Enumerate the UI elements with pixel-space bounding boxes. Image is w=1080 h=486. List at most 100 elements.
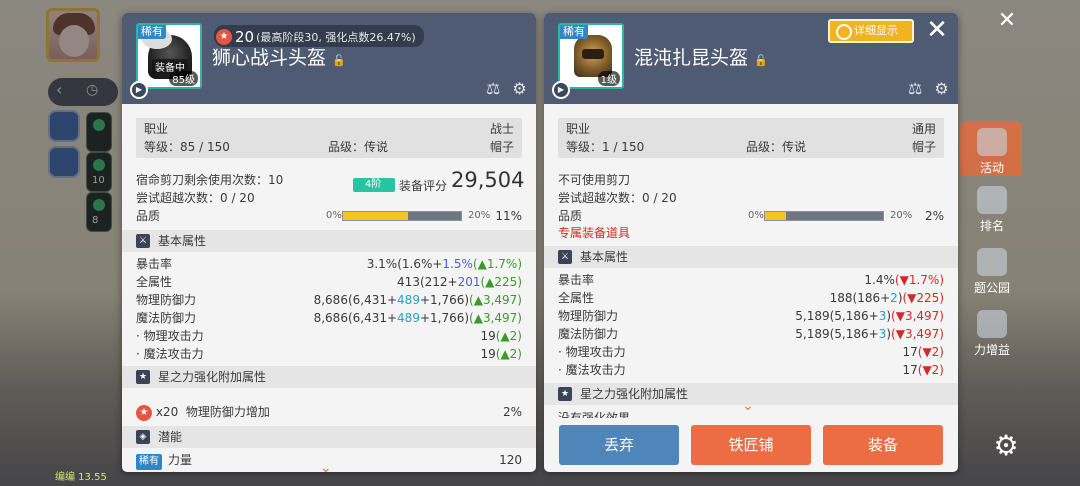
star-force-title: 星之力强化附加属性	[158, 370, 267, 384]
stat-value: 5,189(5,186+3)(▼3,497)	[795, 308, 944, 324]
stat-name: · 魔法攻击力	[136, 347, 204, 361]
scroll-down-icon[interactable]: ⌄	[320, 460, 332, 472]
item-name-text: 狮心战斗头盔	[212, 47, 327, 69]
scissors-text: 不可使用剪刀	[558, 173, 631, 187]
star-square-icon: ★	[136, 370, 150, 384]
stat-base: 8,686(6,431+	[313, 311, 398, 325]
quality-min: 0%	[748, 210, 764, 221]
stat-base: 17	[902, 345, 918, 359]
stat-add: 489	[397, 293, 420, 307]
stat-value: 5,189(5,186+3)(▼3,497)	[795, 326, 944, 342]
overcome-text: 尝试超越次数：0 / 20	[136, 191, 255, 205]
item-name-text: 混沌扎昆头盔	[634, 47, 749, 69]
menu-ranking[interactable]: 排名	[962, 186, 1022, 234]
stat-base: 5,189(5,186+	[795, 327, 879, 341]
menu-activity[interactable]: 活动	[962, 128, 1022, 176]
play-icon[interactable]: ▶	[552, 81, 570, 99]
stat-base: 17	[902, 363, 918, 377]
basic-section-header: ⚔ 基本属性	[122, 230, 536, 252]
item-header: 稀有 1级 ▶ 混沌扎昆头盔 🔓 详细显示 ✕ ⚖ ⚙	[544, 13, 958, 104]
item-thumbnail[interactable]: 稀有 1级	[558, 23, 624, 89]
potential-row: 稀有力量	[136, 470, 192, 472]
settings-cog-icon[interactable]: ⚙	[512, 79, 526, 98]
quality-bar-fill	[343, 212, 408, 220]
close-icon[interactable]: ✕	[922, 15, 952, 45]
item-body: 职业 通用 等级：1 / 150 品级：传说 帽子 不可使用剪刀 尝试超越次数：…	[544, 104, 958, 472]
potential-stat: 力量	[168, 453, 193, 467]
stat-diff: (▲3,497)	[469, 293, 522, 307]
play-icon[interactable]: ▶	[130, 81, 148, 99]
grade-text: 品级：传说	[328, 140, 389, 154]
item-thumbnail[interactable]: 稀有 装备中 85级	[136, 23, 202, 89]
close-icon[interactable]: ✕	[994, 8, 1020, 34]
level-tag: 1级	[597, 71, 620, 86]
stat-name: 魔法防御力	[558, 327, 619, 341]
stat-diff: (▲1.7%)	[472, 257, 522, 271]
detail-button[interactable]: 详细显示	[828, 19, 914, 43]
stat-add: 1.5%	[442, 257, 473, 271]
quality-value: 2%	[924, 209, 944, 223]
item-name: 混沌扎昆头盔 🔓	[634, 43, 768, 70]
stat-value: 19(▲2)	[480, 328, 522, 344]
stat-diff: (▼3,497)	[891, 309, 944, 323]
bottom-left-label: 编编 13.55	[55, 472, 107, 483]
stat-value: 1.4%(▼1.7%)	[864, 272, 944, 288]
exclusive-text: 专属装备道具	[558, 226, 631, 240]
menu-boost[interactable]: 力增益	[962, 310, 1022, 358]
stat-value: 188(186+2)(▼225)	[830, 290, 944, 306]
settings-gear-icon[interactable]: ⚙	[990, 430, 1022, 462]
stat-add: 2	[890, 291, 898, 305]
carousel-icon	[977, 248, 1007, 276]
scroll-down-icon[interactable]: ⌄	[742, 398, 754, 414]
level-text: 等级：85 / 150	[144, 140, 230, 154]
star-icon: ★	[136, 404, 152, 421]
stat-value: 8,686(6,431+489+1,766)(▲3,497)	[314, 292, 522, 308]
star-force-stat: 物理防御力增加	[185, 405, 270, 419]
stat-diff: (▲2)	[495, 329, 522, 343]
job-label: 职业	[144, 122, 169, 136]
rarity-badge: 稀有	[138, 25, 166, 39]
stat-diff: (▼3,497)	[891, 327, 944, 341]
stat-base: 19	[480, 347, 496, 361]
equip-button[interactable]: 装备	[823, 425, 943, 465]
basic-title: 基本属性	[158, 234, 207, 248]
settings-cog-icon[interactable]: ⚙	[934, 79, 948, 98]
stat-add: 489	[397, 311, 420, 325]
star-square-icon: ★	[558, 387, 572, 401]
type-value: 帽子	[489, 140, 514, 154]
compare-scale-icon[interactable]: ⚖	[486, 79, 500, 98]
potential-row: 稀有力量	[136, 452, 193, 470]
scissors-text: 宿命剪刀剩余使用次数：10	[136, 173, 284, 187]
stat-base: 8,686(6,431+	[313, 293, 398, 307]
compare-scale-icon[interactable]: ⚖	[908, 79, 922, 98]
stat-diff: (▼2)	[917, 363, 944, 377]
stat-value: 17(▼2)	[902, 344, 944, 360]
stat-base: 1.4%	[864, 273, 895, 287]
blacksmith-button[interactable]: 铁匠铺	[691, 425, 811, 465]
stat-diff: (▼2)	[917, 345, 944, 359]
potential-title: 潜能	[158, 430, 183, 444]
potential-icon: ◈	[136, 430, 150, 444]
sword-icon: ⚔	[136, 234, 150, 248]
potential-value: 120	[499, 453, 522, 467]
level-tag: 85级	[169, 71, 198, 86]
menu-park[interactable]: 题公园	[962, 248, 1022, 296]
lock-icon[interactable]: 🔓	[332, 54, 346, 67]
stat-base: 3.1%(1.6%+	[366, 257, 443, 271]
quality-bar-fill	[765, 212, 787, 220]
quality-value: 11%	[495, 209, 522, 223]
basic-section-header: ⚔ 基本属性	[544, 246, 958, 268]
quality-max: 20%	[890, 210, 913, 221]
quality-min: 0%	[326, 210, 342, 221]
item-body: 职业 战士 等级：85 / 150 品级：传说 帽子 宿命剪刀剩余使用次数：10…	[122, 104, 536, 472]
lock-icon[interactable]: 🔓	[754, 54, 768, 67]
stat-value: 3.1%(1.6%+1.5%(▲1.7%)	[367, 256, 522, 272]
item-header: 稀有 装备中 85级 ▶ ★ 20 (最高阶段30, 强化点数26.47%) 狮心战…	[122, 13, 536, 104]
equipped-item-panel: 稀有 装备中 85级 ▶ ★ 20 (最高阶段30, 强化点数26.47%) 狮心战…	[122, 13, 536, 472]
stat-value: 413(212+201(▲225)	[397, 274, 522, 290]
discard-button[interactable]: 丢弃	[559, 425, 679, 465]
calendar-icon	[977, 128, 1007, 156]
score-label: 装备评分	[399, 179, 448, 193]
stat-name: · 物理攻击力	[136, 329, 204, 343]
stat-diff: (▲2)	[495, 347, 522, 361]
